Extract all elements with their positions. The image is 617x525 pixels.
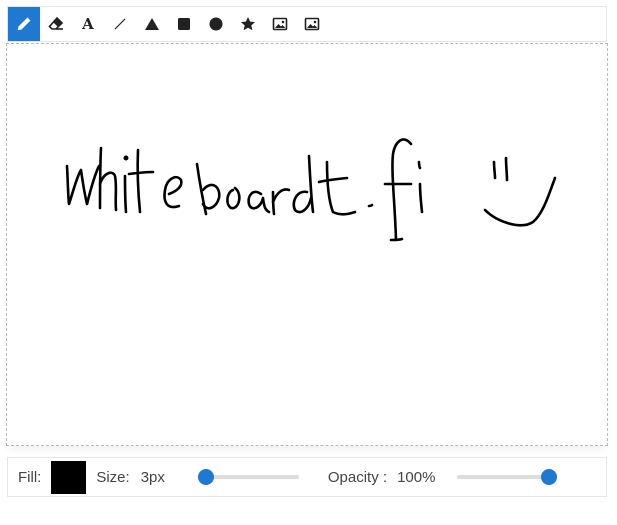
line-icon (114, 18, 126, 30)
fill-color-swatch[interactable] (51, 460, 87, 494)
size-slider[interactable] (197, 467, 299, 487)
triangle-icon (145, 18, 159, 30)
size-label: Size: (96, 468, 130, 486)
size-slider-thumb[interactable] (197, 469, 214, 485)
opacity-label: Opacity : (327, 468, 388, 486)
drawing-toolbar: A (7, 6, 607, 42)
opacity-slider-thumb[interactable] (541, 469, 558, 485)
star-tool-button[interactable] (232, 7, 264, 41)
fill-label: Fill: (18, 468, 42, 486)
image-icon (272, 17, 288, 31)
square-icon (178, 18, 190, 30)
triangle-tool-button[interactable] (136, 7, 168, 41)
star-icon (240, 17, 256, 31)
handwritten-drawing (65, 138, 557, 242)
line-tool-button[interactable] (104, 7, 136, 41)
pencil-icon (17, 17, 31, 31)
options-bar: Fill: Size: 3px Opacity : 100% (7, 457, 607, 497)
text-tool-button[interactable]: A (72, 7, 104, 41)
opacity-value: 100% (397, 468, 436, 486)
handwriting-whiteboard-fi (65, 138, 557, 242)
image-icon (304, 17, 320, 31)
eraser-tool-button[interactable] (40, 7, 72, 41)
eraser-icon (48, 16, 64, 30)
square-tool-button[interactable] (168, 7, 200, 41)
opacity-slider[interactable] (457, 467, 558, 487)
pencil-tool-button[interactable] (8, 7, 40, 41)
size-slider-track (202, 475, 299, 479)
circle-tool-button[interactable] (200, 7, 232, 41)
opacity-slider-track (457, 475, 550, 479)
image-tool-button[interactable] (296, 7, 328, 41)
image-tool-button[interactable] (264, 7, 296, 41)
drawing-canvas[interactable] (6, 43, 608, 446)
circle-icon (209, 17, 223, 31)
size-value: 3px (140, 468, 165, 486)
text-icon: A (82, 15, 94, 33)
